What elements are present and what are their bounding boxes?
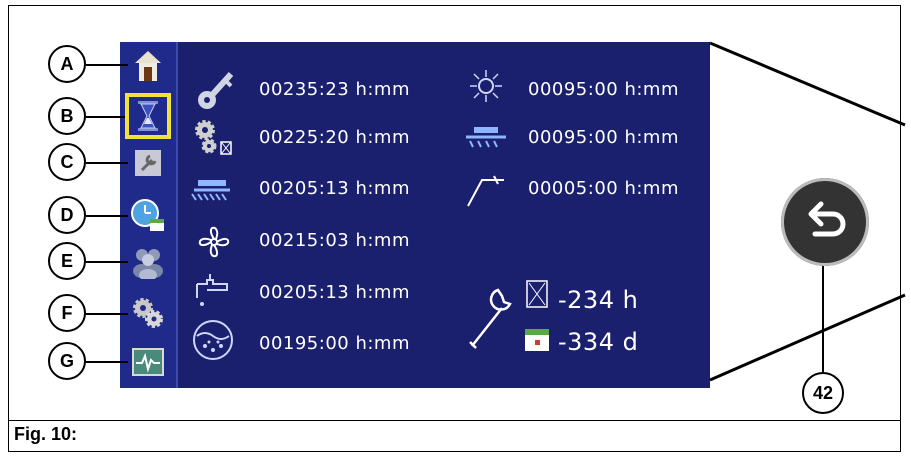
service-days-remaining: -334 d: [558, 328, 639, 356]
brush-deck-icon: [191, 180, 230, 201]
back-button[interactable]: [781, 178, 869, 266]
service-hours-remaining: -234 h: [558, 286, 639, 314]
fan-hours-value: 00215:03 h:mm: [259, 230, 410, 251]
leader-f: [86, 313, 128, 315]
leader-g: [86, 361, 128, 363]
callout-f: F: [48, 294, 86, 332]
clock-calendar-icon: [131, 199, 164, 231]
service-hourglass-icon: [526, 280, 548, 308]
leader-e: [86, 261, 128, 263]
machine-hours-value: 00225:20 h:mm: [259, 127, 410, 148]
side-brush-icon: [470, 70, 502, 102]
callout-d: D: [48, 196, 86, 234]
service-wrench-icon: [469, 288, 512, 349]
leader-d: [86, 215, 128, 217]
fan-icon: [198, 226, 230, 258]
gears-hourglass-icon: [195, 120, 232, 155]
water-tap-icon: [196, 274, 228, 306]
users-icon: [133, 249, 163, 279]
leader-c: [86, 162, 128, 164]
callout-c: C: [48, 143, 86, 181]
callout-g: G: [48, 342, 86, 380]
key-hours-value: 00235:23 h:mm: [259, 79, 410, 100]
caption-box: [8, 420, 901, 452]
squeegee-hours-value: 00095:00 h:mm: [528, 127, 679, 148]
nav-clock-calendar[interactable]: [128, 195, 168, 235]
water-hours-value: 00205:13 h:mm: [259, 282, 410, 303]
wand-hours-value: 00005:00 h:mm: [528, 178, 679, 199]
callout-42: 42: [802, 372, 844, 414]
service-calendar-icon: [525, 329, 549, 351]
figure-caption: Fig. 10:: [14, 424, 78, 444]
monitor-pulse-icon: [132, 348, 164, 376]
brush-hours-value: 00205:13 h:mm: [259, 178, 410, 199]
nav-users[interactable]: [128, 242, 168, 282]
wand-icon: [467, 175, 504, 207]
callout-a: A: [48, 45, 86, 83]
tank-icon: [193, 320, 233, 360]
nav-home[interactable]: [128, 46, 168, 86]
squeegee-icon: [466, 127, 506, 148]
nav-settings[interactable]: [128, 293, 168, 333]
leader-b: [86, 116, 128, 118]
nav-service[interactable]: [128, 143, 168, 183]
nav-diagnostics[interactable]: [128, 342, 168, 382]
hourglass-icon: [138, 101, 158, 131]
leader-a: [86, 64, 128, 66]
leader-42: [822, 266, 824, 372]
gears-icon: [133, 298, 163, 328]
nav-hourglass[interactable]: [125, 93, 171, 139]
tank-hours-value: 00195:00 h:mm: [259, 333, 410, 354]
back-arrow-icon: [808, 201, 846, 237]
callout-e: E: [48, 242, 86, 280]
callout-b: B: [48, 97, 86, 135]
wrench-icon: [135, 150, 161, 176]
home-icon: [135, 51, 161, 81]
side-brush-hours-value: 00095:00 h:mm: [528, 79, 679, 100]
key-icon: [198, 71, 234, 109]
